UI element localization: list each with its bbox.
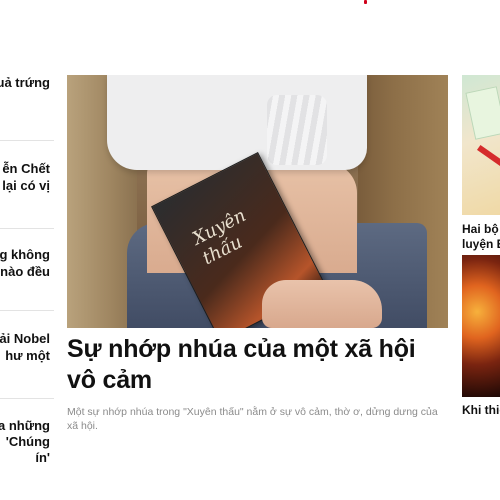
featured-headline[interactable]: Sự nhớp nhúa của một xã hội vô cảm	[67, 334, 448, 396]
image-shirt-fold	[267, 95, 327, 165]
right-article-1-image[interactable]	[462, 75, 500, 215]
left-article-1[interactable]: quả trứng	[0, 72, 54, 94]
left-article-5-title-line-1[interactable]: ủa những	[0, 417, 50, 434]
left-article-4-title-line-1[interactable]: Giải Nobel	[0, 330, 50, 347]
book-cover-title: Xuyên thấu	[189, 205, 250, 270]
divider	[0, 140, 54, 141]
right-article-list: Hai bộ luyện E Khi thiê	[462, 75, 500, 455]
left-article-1-title[interactable]: quả trứng	[0, 74, 50, 91]
image-hand	[262, 280, 382, 328]
featured-article[interactable]: Xuyên thấu Sự nhớp nhúa của một xã hội v…	[67, 75, 448, 433]
left-article-4[interactable]: Giải Nobel hư một	[0, 330, 54, 370]
left-article-3-title-line-2[interactable]: ẹ nào đều	[0, 263, 50, 280]
image-card	[465, 86, 500, 140]
left-article-2[interactable]: ễn Chết ng lại có vị	[0, 160, 54, 200]
featured-image[interactable]: Xuyên thấu	[67, 75, 448, 328]
featured-summary: Một sự nhớp nhúa trong "Xuyên thấu" nằm …	[67, 406, 438, 432]
header-accent-dot	[364, 0, 367, 4]
left-article-5[interactable]: ủa những 'Chúng ín'	[0, 417, 54, 469]
left-article-5-title-line-3[interactable]: ín'	[35, 449, 50, 466]
right-article-1-title-line-1[interactable]: Hai bộ	[462, 221, 499, 237]
left-article-2-title-line-2[interactable]: ng lại có vị	[0, 177, 50, 194]
left-article-3[interactable]: ng không ẹ nào đều	[0, 246, 54, 286]
image-shirt	[107, 75, 367, 170]
left-article-list: quả trứng ễn Chết ng lại có vị ng không …	[0, 0, 54, 500]
image-red-stick	[476, 144, 500, 168]
divider	[0, 310, 54, 311]
left-article-2-title-line-1[interactable]: ễn Chết	[2, 160, 50, 177]
left-article-5-title-line-2[interactable]: 'Chúng	[6, 433, 50, 450]
right-article-2-title[interactable]: Khi thiê	[462, 402, 500, 418]
left-article-4-title-line-2[interactable]: hư một	[5, 347, 50, 364]
divider	[0, 398, 54, 399]
right-article-1-title-line-2[interactable]: luyện E	[462, 236, 500, 252]
right-article-2-image[interactable]	[462, 255, 500, 397]
left-article-3-title-line-1[interactable]: ng không	[0, 246, 50, 263]
divider	[0, 228, 54, 229]
